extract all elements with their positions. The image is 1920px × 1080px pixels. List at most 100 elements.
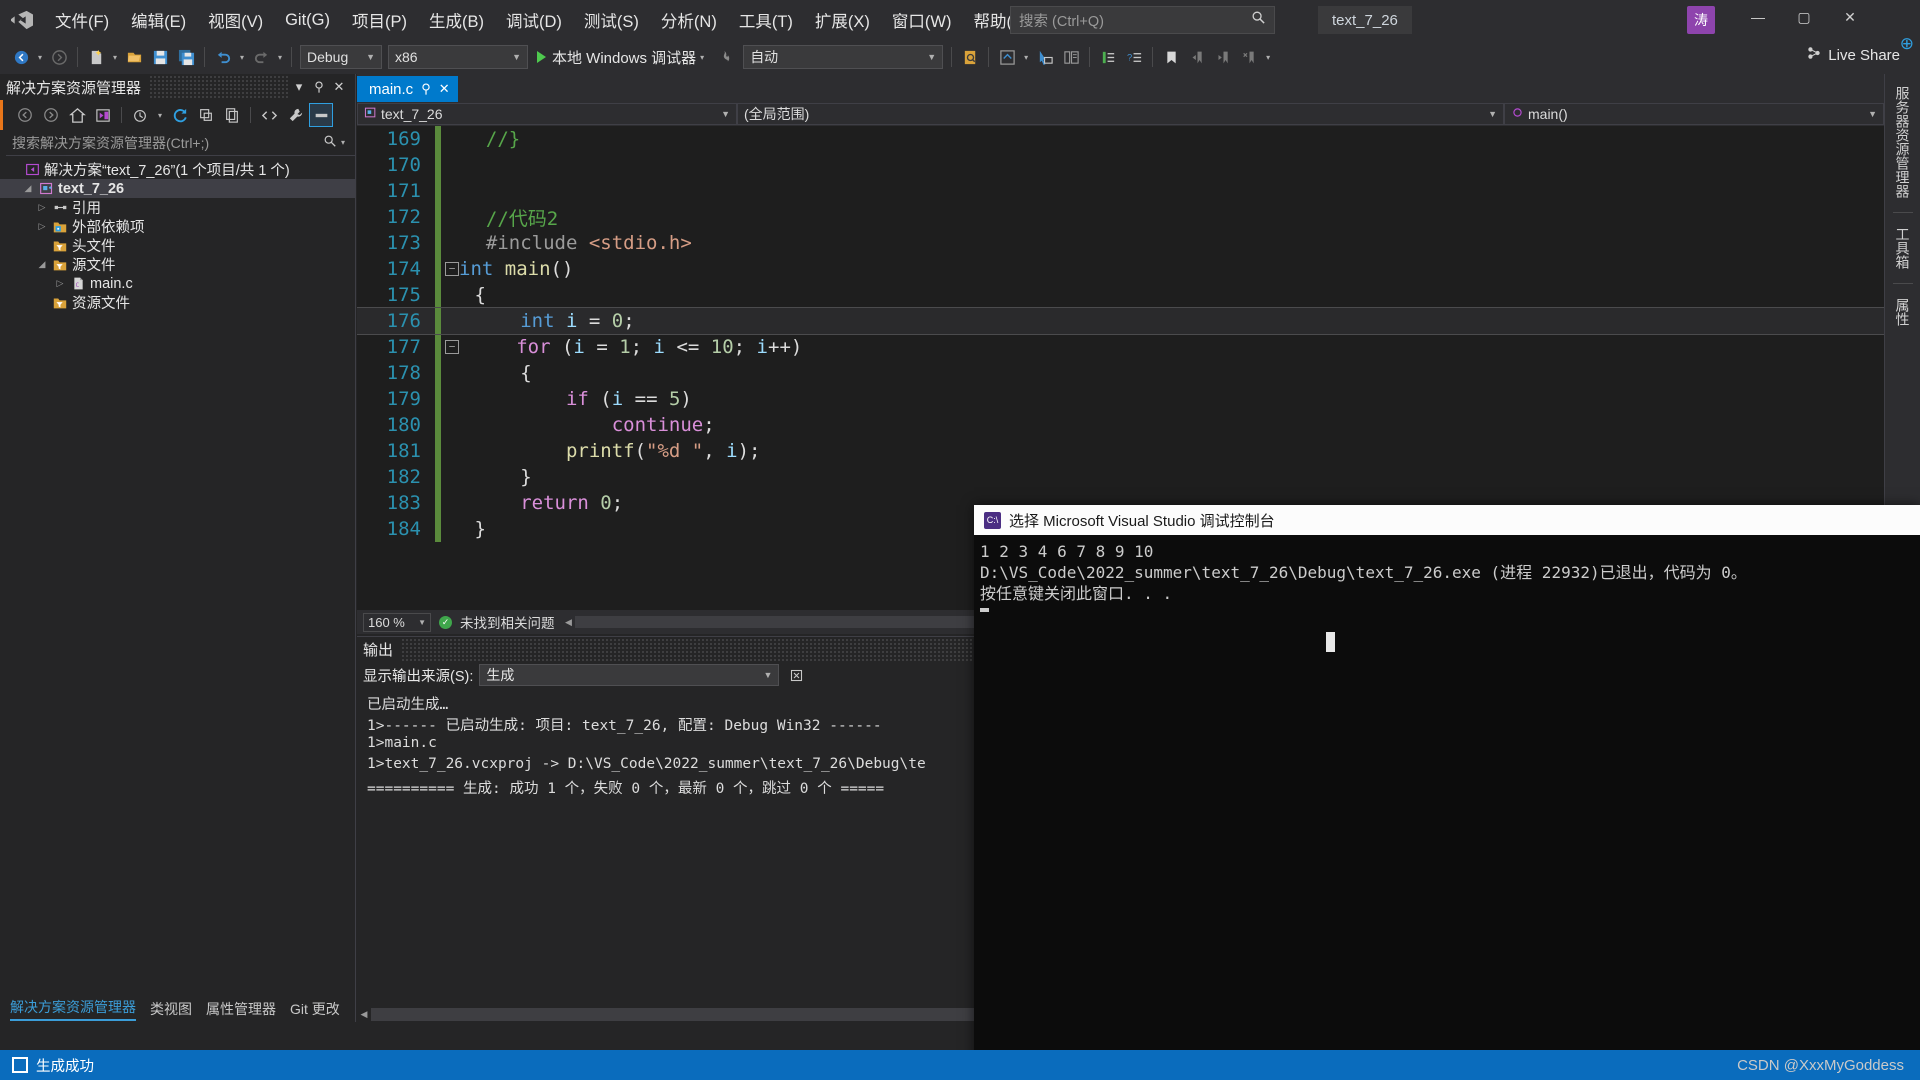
drag-handle[interactable] — [149, 74, 289, 100]
comment-lines-icon[interactable]: ? — [1121, 44, 1147, 70]
solution-settings-icon[interactable] — [994, 44, 1020, 70]
clear-output-icon[interactable] — [785, 664, 807, 686]
panel-menu-icon[interactable]: ▾ — [289, 79, 309, 95]
solution-configuration-select[interactable]: Debug ▼ — [300, 45, 382, 69]
tree-item-header-files[interactable]: 头文件 — [0, 236, 355, 255]
code-view-icon[interactable] — [257, 103, 281, 127]
expander-icon[interactable]: ◢ — [20, 183, 36, 194]
code-line[interactable]: 180 continue; — [357, 412, 1884, 438]
collapse-all-icon[interactable] — [194, 103, 218, 127]
menu-test[interactable]: 测试(S) — [573, 0, 650, 40]
undo-icon[interactable] — [210, 44, 236, 70]
chevron-down-icon[interactable]: ▾ — [154, 111, 166, 120]
close-button[interactable]: ✕ — [1827, 0, 1873, 34]
chevron-down-icon[interactable]: ▾ — [1020, 53, 1032, 62]
pointer-select-icon[interactable] — [1032, 44, 1058, 70]
tree-item-external-dependencies[interactable]: ▷ 外部依赖项 — [0, 217, 355, 236]
code-line[interactable]: 176 int i = 0; — [357, 307, 1884, 335]
expander-icon[interactable]: ▷ — [34, 221, 50, 232]
avatar[interactable]: 涛 — [1687, 6, 1715, 34]
pin-icon[interactable]: ⚲ — [421, 81, 431, 97]
code-line[interactable]: 170 — [357, 152, 1884, 178]
menu-git[interactable]: Git(G) — [274, 0, 341, 40]
pin-icon[interactable]: ⚲ — [309, 79, 329, 95]
tree-item-references[interactable]: ▷ 引用 — [0, 198, 355, 217]
tree-item-resource-files[interactable]: 资源文件 — [0, 293, 355, 312]
code-line[interactable]: 179 if (i == 5) — [357, 386, 1884, 412]
expander-icon[interactable]: ◢ — [34, 259, 50, 270]
preview-selected-icon[interactable] — [309, 103, 333, 127]
find-in-files-icon[interactable] — [957, 44, 983, 70]
clear-bookmarks-icon[interactable] — [1236, 44, 1262, 70]
expander-icon[interactable]: ▷ — [34, 202, 50, 213]
maximize-button[interactable]: ▢ — [1781, 0, 1827, 34]
redo-dropdown-icon[interactable]: ▾ — [274, 53, 286, 62]
undo-dropdown-icon[interactable]: ▾ — [236, 53, 248, 62]
global-search-input[interactable]: 搜索 (Ctrl+Q) — [1010, 6, 1275, 34]
open-file-icon[interactable] — [121, 44, 147, 70]
menu-window[interactable]: 窗口(W) — [881, 0, 963, 40]
menu-tools[interactable]: 工具(T) — [728, 0, 804, 40]
add-panel-icon[interactable]: ⊕ — [1900, 34, 1914, 54]
menu-view[interactable]: 视图(V) — [197, 0, 274, 40]
tab-solution-explorer[interactable]: 解决方案资源管理器 — [10, 997, 136, 1021]
save-all-icon[interactable] — [173, 44, 199, 70]
tree-item-main-c[interactable]: ▷ C main.c — [0, 274, 355, 293]
pending-changes-icon[interactable] — [128, 103, 152, 127]
expander-icon[interactable]: ▷ — [52, 278, 68, 289]
dock-tab-properties[interactable]: 属性 — [1889, 292, 1917, 332]
chevron-down-icon[interactable]: ▾ — [337, 138, 349, 147]
chevron-down-icon[interactable]: ▾ — [696, 53, 708, 62]
debug-console-window[interactable]: C:\ 选择 Microsoft Visual Studio 调试控制台 1 2… — [974, 505, 1920, 1080]
tab-property-manager[interactable]: 属性管理器 — [206, 999, 276, 1019]
scroll-left-icon[interactable]: ◀ — [563, 617, 575, 628]
previous-bookmark-icon[interactable] — [1184, 44, 1210, 70]
hot-reload-icon[interactable] — [714, 44, 740, 70]
back-dropdown-icon[interactable]: ▾ — [34, 53, 46, 62]
navigate-back-icon[interactable] — [8, 44, 34, 70]
show-all-files-icon[interactable] — [220, 103, 244, 127]
fold-toggle-icon[interactable]: − — [445, 340, 459, 354]
code-line[interactable]: 181 printf("%d ", i); — [357, 438, 1884, 464]
debug-target-select[interactable]: 自动 ▼ — [743, 45, 944, 69]
tab-class-view[interactable]: 类视图 — [150, 999, 192, 1019]
close-icon[interactable]: ✕ — [329, 79, 349, 95]
next-bookmark-icon[interactable] — [1210, 44, 1236, 70]
redo-icon[interactable] — [248, 44, 274, 70]
code-line[interactable]: 172 //代码2 — [357, 204, 1884, 230]
indent-lines-icon[interactable] — [1095, 44, 1121, 70]
scroll-left-icon[interactable]: ◀ — [357, 1009, 371, 1020]
compare-files-icon[interactable] — [1058, 44, 1084, 70]
dock-tab-toolbox[interactable]: 工具箱 — [1889, 221, 1917, 275]
new-file-icon[interactable] — [83, 44, 109, 70]
minimize-button[interactable]: — — [1735, 0, 1781, 34]
properties-wrench-icon[interactable] — [283, 103, 307, 127]
close-icon[interactable]: ✕ — [439, 81, 450, 97]
back-icon[interactable] — [13, 103, 37, 127]
menu-analyze[interactable]: 分析(N) — [650, 0, 728, 40]
tab-git-changes[interactable]: Git 更改 — [290, 999, 340, 1019]
tree-item-source-files[interactable]: ◢ 源文件 — [0, 255, 355, 274]
solution-search-input[interactable]: 搜索解决方案资源管理器(Ctrl+;) ▾ — [6, 130, 355, 156]
menu-project[interactable]: 项目(P) — [341, 0, 418, 40]
navigate-forward-icon[interactable] — [46, 44, 72, 70]
nav-scope-select[interactable]: (全局范围) ▼ — [737, 103, 1504, 125]
code-line[interactable]: 173 #include <stdio.h> — [357, 230, 1884, 256]
code-line[interactable]: 169 //} — [357, 126, 1884, 152]
new-file-dropdown-icon[interactable]: ▾ — [109, 53, 121, 62]
solution-platform-select[interactable]: x86 ▼ — [388, 45, 528, 69]
code-line[interactable]: 171 — [357, 178, 1884, 204]
home-icon[interactable] — [65, 103, 89, 127]
refresh-icon[interactable] — [168, 103, 192, 127]
menu-file[interactable]: 文件(F) — [44, 0, 120, 40]
menu-build[interactable]: 生成(B) — [418, 0, 495, 40]
save-icon[interactable] — [147, 44, 173, 70]
live-share-button[interactable]: Live Share — [1806, 45, 1900, 65]
output-source-select[interactable]: 生成 ▼ — [479, 664, 780, 686]
menu-debug[interactable]: 调试(D) — [495, 0, 573, 40]
code-line[interactable]: 177 − for (i = 1; i <= 10; i++) — [357, 334, 1884, 360]
forward-icon[interactable] — [39, 103, 63, 127]
nav-member-select[interactable]: main() ▼ — [1504, 103, 1884, 125]
code-line[interactable]: 182 } — [357, 464, 1884, 490]
switch-views-icon[interactable] — [91, 103, 115, 127]
